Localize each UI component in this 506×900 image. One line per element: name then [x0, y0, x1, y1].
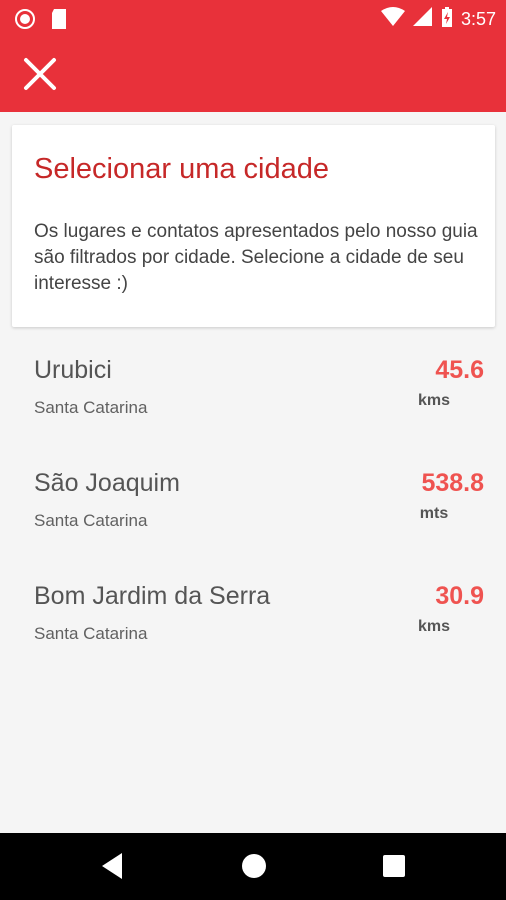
city-row-bom-jardim-da-serra[interactable]: Bom Jardim da Serra Santa Catarina 30.9 … [0, 564, 506, 674]
intro-card: Selecionar uma cidade Os lugares e conta… [12, 125, 495, 327]
home-icon [239, 854, 269, 885]
wifi-icon [380, 7, 405, 32]
battery-charging-icon [441, 6, 453, 33]
app-bar [0, 36, 506, 112]
city-distance: 45.6 [435, 356, 484, 384]
clock-time: 3:57 [460, 9, 496, 29]
city-state: Santa Catarina [34, 398, 148, 417]
back-icon [98, 853, 128, 885]
city-name: Bom Jardim da Serra [34, 582, 271, 610]
record-icon [14, 8, 36, 35]
city-state: Santa Catarina [34, 511, 148, 530]
city-distance: 538.8 [421, 469, 484, 497]
status-right-icons: 3:57 [380, 6, 496, 33]
back-button[interactable] [98, 851, 128, 881]
distance-unit: kms [417, 392, 451, 409]
city-state: Santa Catarina [34, 624, 148, 643]
recents-icon [379, 855, 409, 885]
distance-unit: mts [419, 505, 449, 522]
system-nav-bar [0, 833, 506, 900]
city-row-urubici[interactable]: Urubici Santa Catarina 45.6 kms [0, 338, 506, 448]
status-bar: 3:57 [0, 0, 506, 36]
status-left-icons [14, 8, 68, 35]
signal-icon [412, 7, 433, 32]
distance-unit: kms [417, 618, 451, 635]
city-name: Urubici [34, 356, 112, 384]
home-button[interactable] [239, 851, 269, 881]
intro-description: Os lugares e contatos apresentados pelo … [34, 221, 478, 294]
close-icon [20, 58, 60, 98]
close-button[interactable] [20, 54, 60, 94]
city-distance: 30.9 [435, 582, 484, 610]
recents-button[interactable] [379, 851, 409, 881]
city-name: São Joaquim [34, 469, 180, 497]
page-title: Selecionar uma cidade [34, 153, 330, 185]
city-row-sao-joaquim[interactable]: São Joaquim Santa Catarina 538.8 mts [0, 451, 506, 561]
sd-card-icon [50, 8, 68, 35]
